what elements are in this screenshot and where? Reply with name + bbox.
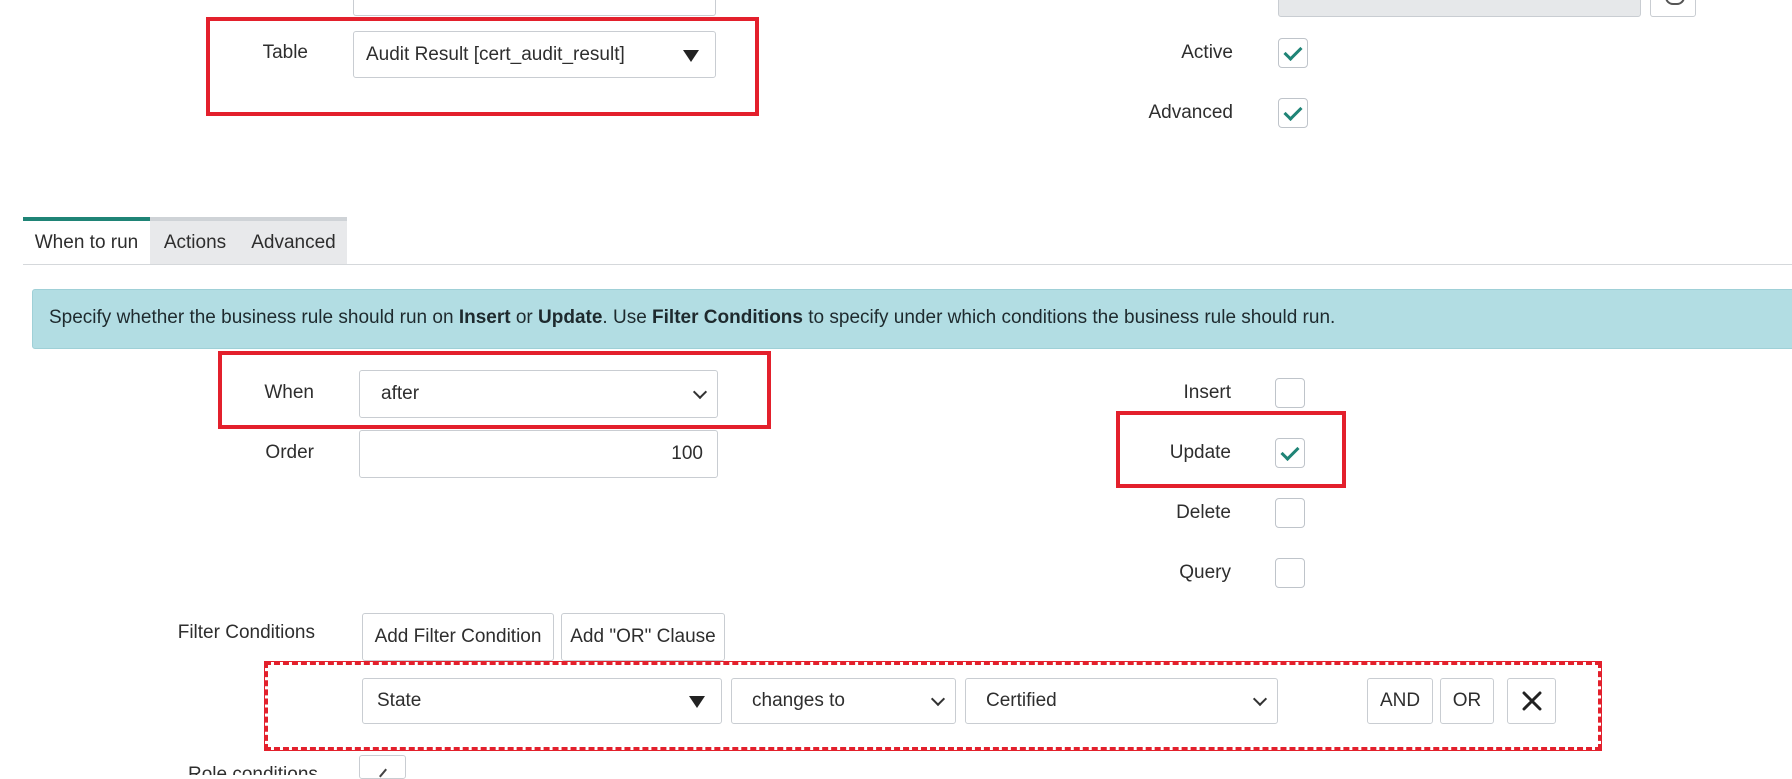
advanced-checkbox[interactable]: [1278, 98, 1308, 128]
role-conditions-label: Role conditions: [188, 764, 318, 775]
tab-divider: [23, 264, 1792, 265]
check-icon: [1283, 41, 1303, 61]
role-conditions-edit-button[interactable]: [359, 755, 406, 779]
advanced-label: Advanced: [1148, 102, 1233, 123]
when-label: When: [264, 382, 314, 403]
when-select[interactable]: after: [359, 370, 718, 418]
or-button[interactable]: OR: [1440, 678, 1494, 724]
lock-icon-button[interactable]: [1650, 0, 1696, 17]
lock-icon: [1665, 0, 1685, 5]
tab-actions[interactable]: Actions: [150, 217, 240, 265]
info-text-1: Specify whether the business rule should…: [49, 307, 459, 328]
filter-conditions-label: Filter Conditions: [177, 622, 315, 643]
info-banner: Specify whether the business rule should…: [32, 289, 1792, 349]
add-filter-condition-button[interactable]: Add Filter Condition: [362, 613, 554, 661]
condition-value-select[interactable]: Certified: [965, 678, 1278, 724]
table-value: Audit Result [cert_audit_result]: [366, 43, 625, 65]
query-label: Query: [1179, 562, 1231, 583]
partial-top-label: [1150, 0, 1230, 6]
condition-operator-select[interactable]: changes to: [731, 678, 956, 724]
info-text-3: . Use: [602, 307, 653, 328]
when-value: after: [381, 383, 420, 404]
info-bold-filter: Filter Conditions: [652, 307, 803, 328]
condition-field-select[interactable]: State: [362, 678, 722, 724]
info-bold-update: Update: [538, 307, 603, 328]
pencil-icon: [379, 768, 387, 778]
info-text-2: or: [510, 307, 539, 328]
partial-top-field[interactable]: [353, 0, 716, 16]
chevron-down-icon: [692, 384, 708, 400]
dropdown-triangle-icon: [689, 696, 705, 708]
update-label: Update: [1169, 442, 1231, 463]
delete-checkbox[interactable]: [1275, 498, 1305, 528]
update-checkbox[interactable]: [1275, 438, 1305, 468]
order-label: Order: [265, 442, 314, 463]
partial-top-readonly-field: [1278, 0, 1641, 17]
insert-label: Insert: [1183, 382, 1231, 403]
insert-checkbox[interactable]: [1275, 378, 1305, 408]
condition-operator-value: changes to: [752, 690, 845, 711]
and-button[interactable]: AND: [1367, 678, 1433, 724]
active-checkbox[interactable]: [1278, 38, 1308, 68]
condition-field-value: State: [377, 690, 422, 711]
chevron-down-icon: [930, 691, 946, 707]
tab-advanced[interactable]: Advanced: [240, 217, 347, 265]
remove-condition-button[interactable]: [1507, 678, 1556, 724]
add-or-clause-button[interactable]: Add "OR" Clause: [561, 613, 725, 661]
active-label: Active: [1181, 42, 1233, 63]
table-select[interactable]: Audit Result [cert_audit_result]: [353, 31, 716, 78]
close-icon: [1522, 691, 1541, 711]
delete-label: Delete: [1176, 502, 1231, 523]
order-input[interactable]: 100: [359, 430, 718, 478]
check-icon: [1283, 101, 1303, 121]
info-bold-insert: Insert: [458, 307, 511, 328]
dropdown-triangle-icon: [683, 50, 699, 62]
check-icon: [1280, 441, 1300, 461]
info-text-4: to specify under which conditions the bu…: [802, 307, 1336, 328]
tab-when-to-run[interactable]: When to run: [23, 217, 150, 265]
chevron-down-icon: [1252, 691, 1268, 707]
query-checkbox[interactable]: [1275, 558, 1305, 588]
condition-value-text: Certified: [986, 690, 1057, 711]
table-label: Table: [262, 42, 308, 63]
order-value: 100: [671, 443, 703, 464]
